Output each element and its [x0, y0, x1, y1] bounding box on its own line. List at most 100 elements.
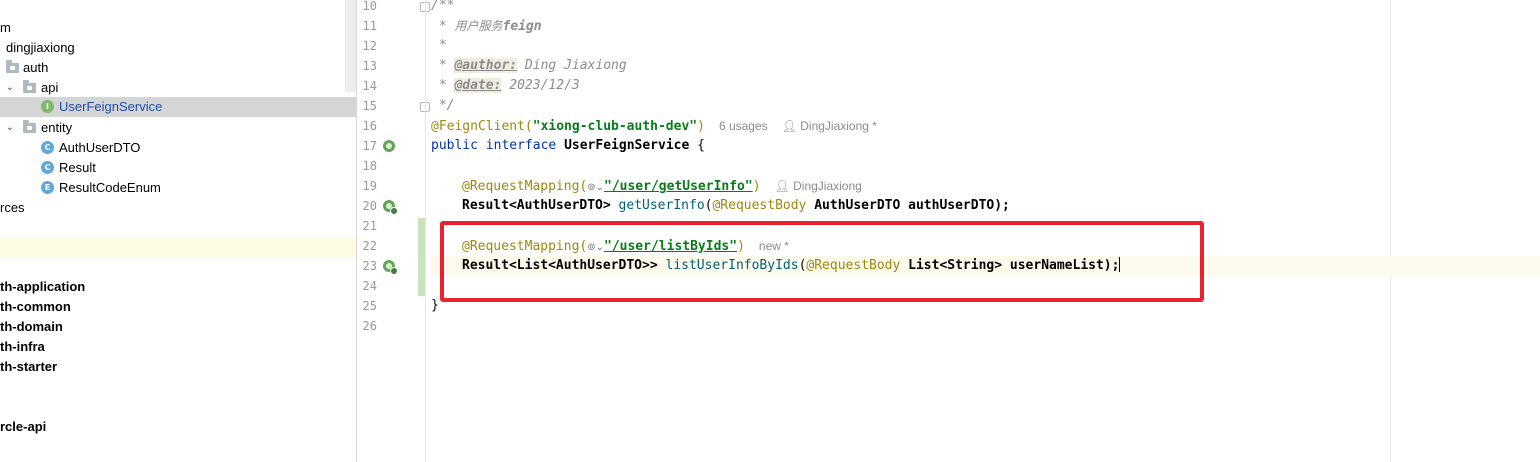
feign-client-icon[interactable] [383, 140, 395, 152]
tree-item-empty[interactable] [0, 238, 356, 258]
code-line-20: Result<AuthUserDTO> getUserInfo(@Request… [431, 196, 1540, 216]
tree-item-package-entity[interactable]: ⌄ entity [0, 118, 356, 138]
tree-item-package-api[interactable]: ⌄ api [0, 78, 356, 98]
chevron-down-icon[interactable]: ⌄ [4, 118, 16, 138]
author-hint[interactable]: 👤︎ DingJiaxiong [775, 179, 862, 193]
type-name: Result<AuthUserDTO> [462, 198, 611, 213]
tree-item-package-dingjiaxiong[interactable]: dingjiaxiong [0, 38, 356, 58]
line-number[interactable]: 20 [357, 196, 377, 216]
string-literal[interactable]: "/user/getUserInfo" [604, 179, 753, 194]
annotation: ) [752, 179, 761, 194]
class-icon: C [41, 161, 54, 174]
feign-method-icon[interactable] [383, 200, 398, 215]
comment-text: feign [502, 19, 542, 34]
tree-item-label: ResultCodeEnum [59, 180, 161, 195]
chevron-down-icon[interactable]: ⌄ [4, 78, 16, 98]
string-literal: "xiong-club-auth-dev" [532, 119, 698, 134]
editor-gutter: 10 11 12 13 14 15 16 17 18 19 20 21 22 2… [357, 0, 430, 462]
line-number[interactable]: 17 [357, 136, 377, 156]
line-number[interactable]: 16 [357, 116, 377, 136]
tree-item-label: api [41, 80, 59, 95]
tree-item-module-circle-api[interactable]: rcle-api [0, 417, 356, 437]
tree-item-module-application[interactable]: th-application [0, 277, 356, 297]
code-line-15: */ [431, 96, 1540, 116]
code-brace: } [431, 298, 439, 313]
line-number[interactable]: 11 [357, 16, 377, 36]
author-name: DingJiaxiong [793, 179, 862, 193]
code-brace: { [689, 138, 705, 153]
line-number[interactable]: 18 [357, 156, 377, 176]
line-number[interactable]: 12 [357, 36, 377, 56]
tree-item-resources[interactable]: rces [0, 198, 356, 218]
interface-icon: I [41, 100, 54, 113]
globe-icon[interactable]: ⊚⌄ [587, 182, 604, 193]
feign-method-icon[interactable] [383, 260, 398, 275]
line-number[interactable]: 21 [357, 216, 377, 236]
comment-text: * [431, 58, 455, 73]
highlight-annotation-box [440, 221, 1204, 302]
tree-item-label: AuthUserDTO [59, 140, 141, 155]
tree-item-module-starter[interactable]: th-starter [0, 357, 356, 377]
line-number[interactable]: 10 [357, 0, 377, 16]
code-line-14: * @date: 2023/12/3 [431, 76, 1540, 96]
javadoc-tag: @date: [454, 78, 502, 93]
comment-text: * [431, 19, 455, 34]
line-number[interactable]: 13 [357, 56, 377, 76]
line-number[interactable]: 22 [357, 236, 377, 256]
code-line-17: public interface UserFeignService { [431, 136, 1540, 156]
tree-item-label: entity [41, 120, 73, 135]
method-name: getUserInfo [618, 198, 705, 213]
code-line-19: @RequestMapping(⊚⌄"/user/getUserInfo") 👤︎… [431, 176, 1540, 196]
tree-item-authuserdto[interactable]: C AuthUserDTO [0, 138, 356, 158]
annotation: @RequestBody [712, 198, 807, 213]
line-number[interactable]: 15 [357, 96, 377, 116]
usages-hint[interactable]: 6 usages [719, 119, 768, 133]
code-line-16: @FeignClient("xiong-club-auth-dev") 6 usa… [431, 116, 1540, 136]
tree-item-label: rcle-api [0, 419, 47, 434]
line-number[interactable]: 25 [357, 296, 377, 316]
tree-item-result[interactable]: C Result [0, 158, 356, 178]
tree-item-label: Result [59, 160, 96, 175]
comment-text: * [431, 78, 455, 93]
comment-text: * [431, 38, 447, 53]
comment-text: Ding Jiaxiong [517, 58, 627, 73]
vcs-change-marker[interactable] [418, 218, 425, 296]
line-number[interactable]: 14 [357, 76, 377, 96]
annotation: ) [697, 119, 705, 134]
tree-item-module-domain[interactable]: th-domain [0, 317, 356, 337]
comment-text: 2023/12/3 [501, 78, 580, 93]
keyword: interface [485, 138, 557, 153]
user-icon: 👤︎ [781, 119, 801, 133]
javadoc-tag: @author: [454, 58, 518, 73]
code-line-11: * 用户服务feign [431, 16, 1540, 36]
user-icon: 👤︎ [774, 179, 794, 193]
tree-scrollbar[interactable] [345, 0, 356, 92]
tree-item-module[interactable]: m [0, 18, 356, 38]
tree-item-userfeignservice[interactable]: I UserFeignService [0, 97, 356, 117]
tree-item-label: th-domain [0, 319, 63, 334]
class-icon: C [41, 141, 54, 154]
tree-item-module-common[interactable]: th-common [0, 297, 356, 317]
tree-item-label: m [0, 20, 11, 35]
code-line-10: /** [431, 0, 1540, 16]
annotation: @RequestMapping( [462, 179, 588, 194]
tree-item-label: UserFeignService [59, 99, 163, 114]
tree-item-label: auth [23, 60, 49, 75]
folder-icon [6, 60, 19, 73]
line-number[interactable]: 24 [357, 276, 377, 296]
tree-item-package-auth[interactable]: auth [0, 58, 356, 78]
comment-text: */ [431, 98, 455, 113]
line-number[interactable]: 23 [357, 256, 377, 276]
tree-item-label: th-starter [0, 359, 58, 374]
code-line-12: * [431, 36, 1540, 56]
tree-item-label: th-common [0, 299, 71, 314]
gutter-divider [425, 0, 426, 462]
comment-text: /** [431, 0, 455, 13]
author-name: DingJiaxiong * [800, 119, 877, 133]
line-number[interactable]: 26 [357, 316, 377, 336]
tree-item-resultcodeenum[interactable]: E ResultCodeEnum [0, 178, 356, 198]
author-hint[interactable]: 👤︎ DingJiaxiong * [782, 119, 877, 133]
line-number[interactable]: 19 [357, 176, 377, 196]
code-line-13: * @author: Ding Jiaxiong [431, 56, 1540, 76]
tree-item-module-infra[interactable]: th-infra [0, 337, 356, 357]
